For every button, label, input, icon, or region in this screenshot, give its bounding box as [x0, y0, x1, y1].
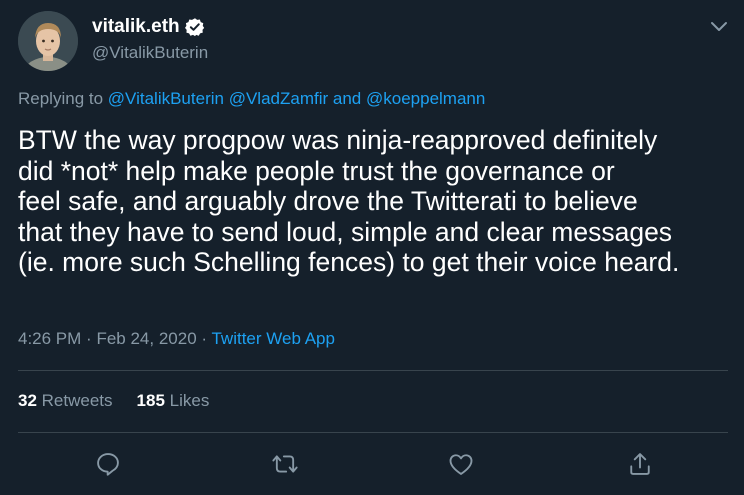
display-name-text[interactable]: vitalik.eth [92, 16, 180, 38]
retweets-count[interactable]: 32 [18, 391, 37, 410]
divider [18, 370, 728, 371]
retweet-icon[interactable] [271, 450, 299, 478]
tweet-text-line: (ie. more such Schelling fences) to get … [18, 247, 680, 277]
chevron-down-icon[interactable] [708, 18, 730, 36]
display-name[interactable]: vitalik.eth [92, 16, 205, 38]
meta-separator: · [86, 329, 92, 348]
likes-stat[interactable]: 185 Likes [137, 391, 210, 410]
avatar[interactable] [18, 11, 78, 71]
tweet-text-line: feel safe, and arguably drove the Twitte… [18, 186, 638, 216]
tweet-date[interactable]: Feb 24, 2020 [96, 329, 196, 348]
replying-prefix: Replying to [18, 89, 104, 108]
replying-to: Replying to @VitalikButerin @VladZamfir … [18, 89, 485, 109]
mention-link[interactable]: @VitalikButerin [108, 89, 224, 108]
mention-link[interactable]: @koeppelmann [366, 89, 485, 108]
tweet-stats: 32 Retweets 185 Likes [18, 391, 209, 411]
tweet-text-line: did *not* help make people trust the gov… [18, 155, 615, 186]
meta-separator: · [201, 329, 208, 348]
divider [18, 432, 728, 433]
user-handle[interactable]: @VitalikButerin [92, 43, 208, 63]
replying-joiner[interactable]: and [333, 89, 361, 108]
mention-link[interactable]: @VladZamfir [229, 89, 328, 108]
likes-count[interactable]: 185 [137, 391, 165, 410]
tweet-meta: 4:26 PM · Feb 24, 2020 · Twitter Web App [18, 329, 335, 349]
tweet-source-link[interactable]: Twitter Web App [211, 329, 334, 348]
like-icon[interactable] [447, 450, 475, 478]
tweet-text-line: BTW the way progpow was ninja-reapproved… [18, 125, 658, 155]
likes-label[interactable]: Likes [170, 391, 210, 410]
action-bar [0, 450, 744, 480]
tweet-time[interactable]: 4:26 PM [18, 329, 81, 348]
tweet-text-line: that they have to send loud, simple and … [18, 216, 673, 247]
tweet-card: vitalik.eth @VitalikButerin Replying to … [0, 0, 744, 495]
tweet-text: BTW the way progpow was ninja-reapproved… [18, 125, 730, 278]
verified-badge-icon [184, 17, 205, 37]
reply-icon[interactable] [94, 450, 122, 478]
retweets-stat[interactable]: 32 Retweets [18, 391, 113, 410]
share-icon[interactable] [626, 450, 654, 478]
retweets-label[interactable]: Retweets [42, 391, 113, 410]
